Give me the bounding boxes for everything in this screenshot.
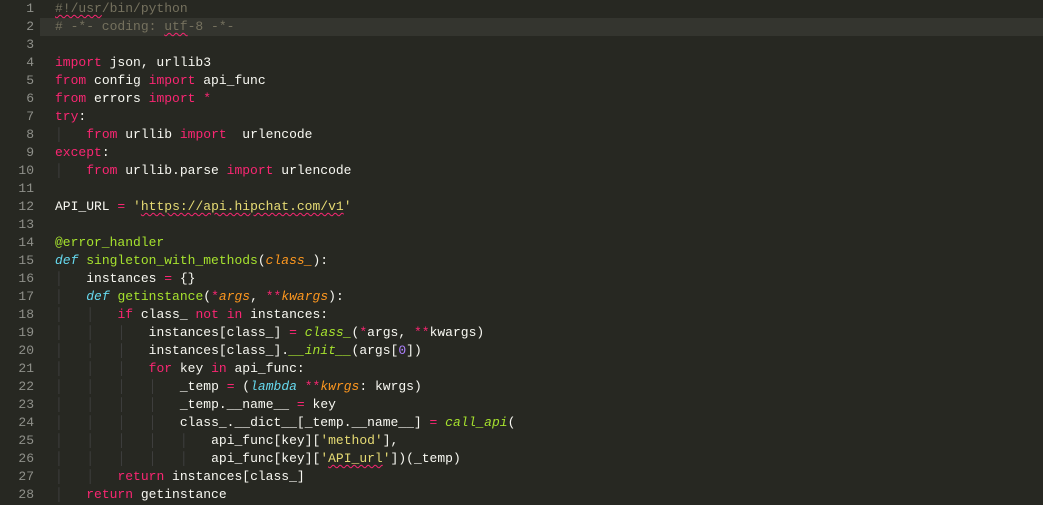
code-line[interactable]: except: xyxy=(40,144,1043,162)
line-number: 16 xyxy=(0,270,34,288)
code-line[interactable]: │ │ │ │ _temp.__name__ = key xyxy=(40,396,1043,414)
line-number: 22 xyxy=(0,378,34,396)
code-line[interactable]: │ │ │ for key in api_func: xyxy=(40,360,1043,378)
line-number: 18 xyxy=(0,306,34,324)
line-number: 26 xyxy=(0,450,34,468)
code-line[interactable]: │ instances = {} xyxy=(40,270,1043,288)
line-number: 2 xyxy=(0,18,34,36)
code-line[interactable]: │ from urllib.parse import urlencode xyxy=(40,162,1043,180)
line-number: 20 xyxy=(0,342,34,360)
code-line[interactable]: │ │ │ │ │ api_func[key]['method'], xyxy=(40,432,1043,450)
code-line[interactable]: │ │ │ │ │ api_func[key]['API_url'])(_tem… xyxy=(40,450,1043,468)
line-number: 6 xyxy=(0,90,34,108)
code-line[interactable]: from config import api_func xyxy=(40,72,1043,90)
line-number: 17 xyxy=(0,288,34,306)
line-number: 5 xyxy=(0,72,34,90)
code-line[interactable]: try: xyxy=(40,108,1043,126)
code-line[interactable] xyxy=(40,216,1043,234)
line-number: 27 xyxy=(0,468,34,486)
line-number: 9 xyxy=(0,144,34,162)
line-number: 12 xyxy=(0,198,34,216)
code-line[interactable] xyxy=(40,180,1043,198)
line-number: 24 xyxy=(0,414,34,432)
code-line[interactable]: │ │ if class_ not in instances: xyxy=(40,306,1043,324)
code-line[interactable]: │ │ │ instances[class_].__init__(args[0]… xyxy=(40,342,1043,360)
code-line[interactable]: │ def getinstance(*args, **kwargs): xyxy=(40,288,1043,306)
code-line[interactable]: from errors import * xyxy=(40,90,1043,108)
line-number: 23 xyxy=(0,396,34,414)
line-number: 28 xyxy=(0,486,34,504)
line-number: 4 xyxy=(0,54,34,72)
line-number: 19 xyxy=(0,324,34,342)
line-number: 11 xyxy=(0,180,34,198)
code-line[interactable]: # -*- coding: utf-8 -*- xyxy=(40,18,1043,36)
code-line[interactable]: API_URL = 'https://api.hipchat.com/v1' xyxy=(40,198,1043,216)
code-line[interactable] xyxy=(40,36,1043,54)
code-line[interactable]: │ │ │ instances[class_] = class_(*args, … xyxy=(40,324,1043,342)
line-number-gutter: 1234567891011121314151617181920212223242… xyxy=(0,0,40,504)
line-number: 13 xyxy=(0,216,34,234)
code-line[interactable]: @error_handler xyxy=(40,234,1043,252)
code-line[interactable]: │ │ return instances[class_] xyxy=(40,468,1043,486)
line-number: 3 xyxy=(0,36,34,54)
code-line[interactable]: │ return getinstance xyxy=(40,486,1043,504)
code-line[interactable]: def singleton_with_methods(class_): xyxy=(40,252,1043,270)
line-number: 14 xyxy=(0,234,34,252)
line-number: 15 xyxy=(0,252,34,270)
line-number: 21 xyxy=(0,360,34,378)
line-number: 8 xyxy=(0,126,34,144)
code-line[interactable]: import json, urllib3 xyxy=(40,54,1043,72)
code-line[interactable]: │ │ │ │ _temp = (lambda **kwrgs: kwrgs) xyxy=(40,378,1043,396)
code-line[interactable]: │ │ │ │ class_.__dict__[_temp.__name__] … xyxy=(40,414,1043,432)
code-editor[interactable]: 1234567891011121314151617181920212223242… xyxy=(0,0,1043,504)
line-number: 1 xyxy=(0,0,34,18)
line-number: 10 xyxy=(0,162,34,180)
code-line[interactable]: #!/usr/bin/python xyxy=(40,0,1043,18)
code-area[interactable]: #!/usr/bin/python# -*- coding: utf-8 -*-… xyxy=(40,0,1043,504)
line-number: 25 xyxy=(0,432,34,450)
code-line[interactable]: │ from urllib import urlencode xyxy=(40,126,1043,144)
line-number: 7 xyxy=(0,108,34,126)
